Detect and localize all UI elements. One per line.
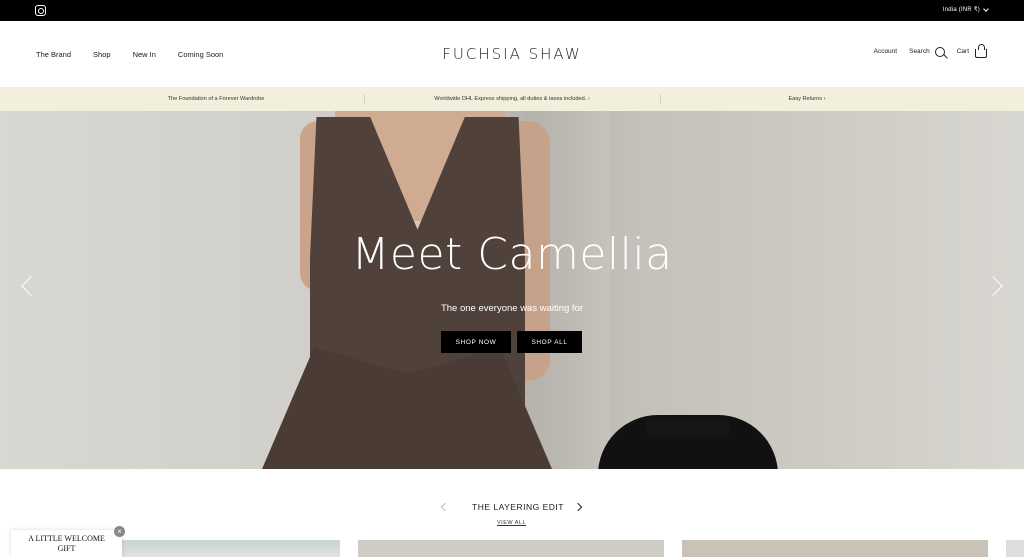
promo-item-wardrobe[interactable]: The Foundation of a Forever Wardrobe [168,96,265,102]
cart-icon [975,44,987,58]
chevron-down-icon [983,5,989,12]
hero-subtitle: The one everyone was waiting for [440,303,584,314]
site-header: The Brand Shop New In Coming Soon FUCHSI… [0,21,1024,87]
collection-title: THE LAYERING EDIT [472,502,564,512]
search-label: Search [909,48,930,55]
hero-vase-neck [645,419,731,437]
product-card-image[interactable] [358,540,664,557]
shop-now-button[interactable]: SHOP NOW [441,331,511,353]
account-link[interactable]: Account [874,48,898,55]
welcome-gift-popup[interactable]: A LITTLE WELCOME GIFT [11,530,122,557]
hero-slideshow: Meet Camellia The one everyone was waiti… [0,111,1024,469]
product-card-image[interactable] [682,540,988,557]
product-card-image[interactable] [122,540,340,557]
hero-title: Meet Camellia [351,229,673,280]
chevron-right-icon[interactable] [573,502,583,512]
cart-link[interactable]: Cart [956,44,987,58]
hero-buttons: SHOP NOW SHOP ALL [441,331,582,353]
header-utilities: Account Search Cart [862,44,987,58]
region-selector[interactable]: India (INR ₹) [942,5,989,13]
gift-line-1: A LITTLE WELCOME [28,534,105,543]
promo-item-shipping[interactable]: Worldwide DHL Express shipping, all duti… [434,96,589,102]
chevron-left-icon[interactable] [440,502,450,512]
search-link[interactable]: Search [909,46,945,57]
search-icon [934,46,945,57]
cart-label: Cart [956,48,969,55]
instagram-icon[interactable] [35,5,46,16]
shop-all-button[interactable]: SHOP ALL [517,331,582,353]
product-card-image[interactable] [1006,540,1024,557]
view-all-link[interactable]: VIEW ALL [497,520,526,526]
gift-line-2: GIFT [57,544,76,553]
top-bar: India (INR ₹) [0,0,1024,21]
promo-divider [364,94,365,104]
close-icon[interactable]: × [114,526,125,537]
promo-bar: The Foundation of a Forever Wardrobe Wor… [0,87,1024,111]
region-label: India (INR ₹) [942,7,980,13]
promo-item-returns[interactable]: Easy Returns › [789,96,826,102]
promo-divider [660,94,661,104]
